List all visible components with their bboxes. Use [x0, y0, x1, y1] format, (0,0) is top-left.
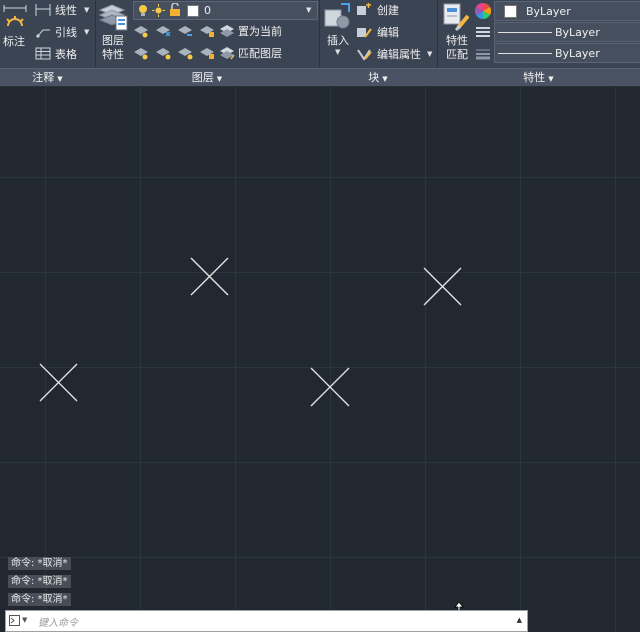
drawing-canvas[interactable] — [0, 87, 640, 632]
match-properties-label-1[interactable]: 特性 — [446, 34, 468, 47]
create-block-icon[interactable] — [356, 3, 372, 17]
layer-unlock-icon[interactable] — [199, 46, 215, 60]
insert-label[interactable]: 插入 — [327, 34, 349, 47]
layer-isolate-icon[interactable] — [133, 24, 149, 38]
lineweight-icon — [476, 49, 490, 60]
linetype-preview-line — [498, 32, 552, 33]
grid — [0, 87, 640, 632]
linetype-icon — [476, 27, 490, 37]
color-wheel-icon[interactable] — [475, 3, 491, 19]
table-button[interactable]: 表格 — [55, 48, 77, 61]
annotation-panel-title: 注释 — [32, 71, 55, 84]
layer-properties-label-2[interactable]: 特性 — [102, 48, 124, 61]
layer-dropdown-arrow-icon[interactable]: ▼ — [306, 6, 311, 14]
dimension-label[interactable]: 标注 — [3, 35, 25, 48]
properties-panel: 特性 匹配 ByLayer ByLayer ByLayer 特性 ▼ — [437, 0, 640, 86]
layers-panel-title: 图层 — [191, 71, 214, 84]
layer-on-icon[interactable] — [177, 46, 193, 60]
chevron-down-icon: ▼ — [548, 75, 554, 83]
layer-color-swatch[interactable] — [187, 5, 199, 17]
point-marker[interactable] — [190, 257, 229, 296]
linetype-value: ByLayer — [555, 26, 600, 39]
leader-button[interactable]: 引线 — [55, 26, 77, 39]
layer-properties-label-1[interactable]: 图层 — [102, 34, 124, 47]
match-properties-icon[interactable] — [442, 2, 472, 32]
create-block-button[interactable]: 创建 — [377, 4, 399, 17]
sun-icon[interactable] — [152, 4, 165, 17]
block-panel: 插入 ▼ 创建 编辑 编辑属性 ▼ 块 ▼ — [319, 0, 438, 86]
command-history-line: 命令: *取消* — [8, 557, 71, 570]
properties-panel-title: 特性 — [523, 71, 546, 84]
layer-off-icon[interactable] — [177, 24, 193, 38]
command-line[interactable]: ▼ 键入命令 ▲ — [5, 610, 528, 632]
layer-freeze-icon[interactable] — [155, 24, 171, 38]
point-marker[interactable] — [423, 267, 462, 306]
command-options-dropdown-icon[interactable]: ▼ — [22, 616, 27, 624]
match-layer-button[interactable]: 匹配图层 — [238, 47, 282, 60]
linetype-dropdown[interactable]: ByLayer — [494, 22, 640, 42]
drawing-area[interactable] — [0, 87, 640, 632]
edit-attributes-button[interactable]: 编辑属性 — [377, 48, 421, 61]
chevron-down-icon: ▼ — [216, 75, 223, 83]
leader-dropdown-icon[interactable]: ▼ — [84, 28, 89, 36]
make-current-icon[interactable] — [219, 24, 235, 38]
color-dropdown[interactable]: ByLayer — [494, 1, 640, 21]
color-value: ByLayer — [526, 5, 571, 18]
edit-attributes-dropdown-icon[interactable]: ▼ — [427, 50, 432, 58]
command-history-line: 命令: *取消* — [8, 593, 71, 606]
linear-icon[interactable] — [35, 3, 51, 17]
insert-dropdown-icon[interactable]: ▼ — [335, 48, 340, 56]
layers-panel-footer[interactable]: 图层 ▼ — [95, 68, 319, 86]
lineweight-preview-line — [498, 53, 552, 54]
lineweight-dropdown[interactable]: ByLayer — [494, 43, 640, 63]
layers-panel: 图层 特性 0 ▼ 置为当前 匹配图层 图层 ▼ — [95, 0, 320, 86]
command-input[interactable]: 键入命令 — [38, 614, 78, 629]
dimension-icon[interactable] — [2, 4, 28, 34]
chevron-down-icon: ▼ — [382, 75, 388, 83]
ribbon: 标注 线性 ▼ 引线 ▼ 表格 注释 ▼ 图层 特性 0 ▼ 置为当前 匹配图层… — [0, 0, 640, 87]
command-history-line: 命令: *取消* — [8, 575, 71, 588]
properties-panel-footer[interactable]: 特性 ▼ — [437, 68, 640, 86]
layer-unisolate-icon[interactable] — [133, 46, 149, 60]
match-properties-label-2[interactable]: 匹配 — [446, 48, 468, 61]
edit-block-button[interactable]: 编辑 — [377, 26, 399, 39]
unlock-icon[interactable] — [169, 3, 181, 17]
edit-attributes-icon[interactable] — [356, 47, 372, 61]
command-history-toggle-icon[interactable]: ▲ — [517, 616, 522, 624]
command-icon[interactable] — [9, 615, 20, 626]
lightbulb-icon[interactable] — [138, 4, 148, 17]
color-swatch — [504, 5, 517, 18]
linear-button[interactable]: 线性 — [55, 4, 77, 17]
table-icon[interactable] — [35, 47, 51, 60]
annotation-panel-footer[interactable]: 注释 ▼ — [0, 68, 95, 86]
layer-properties-icon[interactable] — [98, 2, 128, 32]
layer-dropdown[interactable]: 0 ▼ — [133, 1, 318, 20]
leader-icon[interactable] — [35, 25, 51, 39]
insert-block-icon[interactable] — [323, 2, 353, 32]
layer-thaw-icon[interactable] — [155, 46, 171, 60]
edit-block-icon[interactable] — [356, 25, 372, 39]
block-panel-title: 块 — [368, 71, 380, 84]
current-layer-name: 0 — [204, 4, 211, 17]
linear-dropdown-icon[interactable]: ▼ — [84, 6, 89, 14]
match-layer-icon[interactable] — [219, 46, 235, 60]
layer-lock-icon[interactable] — [199, 24, 215, 38]
annotation-panel: 标注 线性 ▼ 引线 ▼ 表格 注释 ▼ — [0, 0, 96, 86]
make-current-button[interactable]: 置为当前 — [238, 25, 282, 38]
chevron-down-icon: ▼ — [57, 75, 63, 83]
lineweight-value: ByLayer — [555, 47, 600, 60]
block-panel-footer[interactable]: 块 ▼ — [319, 68, 437, 86]
